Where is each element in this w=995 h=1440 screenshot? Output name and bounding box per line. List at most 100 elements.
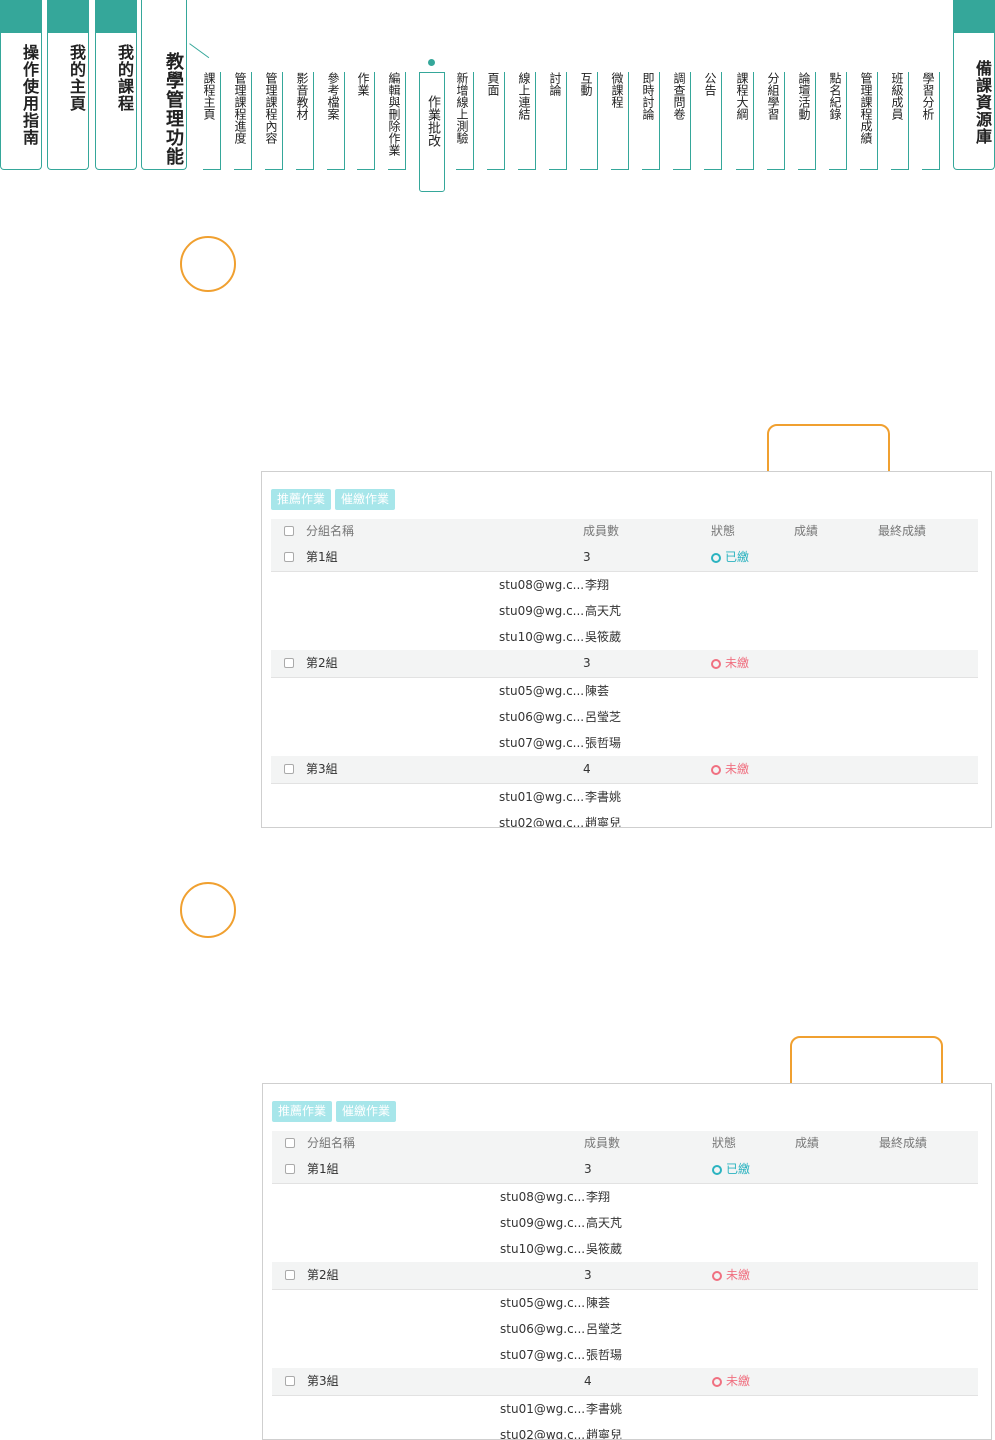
sub-tab-item[interactable]: 影音教材 [295,72,314,170]
group-name: 第1組 [307,1162,339,1176]
group-table: 分組名稱 成員數 狀態 成績 最終成績 第1組 3 已繳 stu08@wg.c... 李翔 stu0… [272,1131,978,1440]
sub-tab-label: 調查問卷 [672,72,686,120]
main-tab-resource-library[interactable]: 備課資源庫 [953,0,995,170]
sub-tab-label: 公告 [703,72,717,96]
recommend-assignment-button[interactable]: 推薦作業 [271,489,332,510]
member-email: stu10@wg.c... [499,630,585,644]
sub-tab-item[interactable]: 點名紀錄 [828,72,847,170]
member-email: stu10@wg.c... [500,1242,586,1256]
group-row[interactable]: 第2組 3 未繳 [271,650,978,678]
sub-tab-item[interactable]: 討論 [548,72,567,170]
main-tab-label: 備課資源庫 [973,60,992,145]
sub-tab-item[interactable]: 班級成員 [890,72,909,170]
sub-tab-label: 即時討論 [641,72,655,120]
sub-tab-item[interactable]: 參考檔案 [326,72,345,170]
sub-tab-item[interactable]: 微課程 [610,72,629,170]
member-row: stu05@wg.c... 陳荟 [271,678,978,704]
remind-assignment-button[interactable]: 催繳作業 [336,1101,397,1122]
member-name: 李書姚 [585,790,622,804]
member-row: stu10@wg.c... 吳筱葳 [272,1236,978,1262]
sub-tab-item[interactable]: 編輯與刪除作業 [387,72,406,170]
main-tab-label: 我的主頁 [67,44,86,112]
sub-tab-item[interactable]: 課程大綱 [735,72,754,170]
sub-tab-item[interactable]: 頁面 [486,72,505,170]
member-name: 李翔 [586,1190,611,1204]
sub-tab-label: 點名紀錄 [828,72,842,120]
member-count: 3 [584,1162,592,1176]
sub-tab-item[interactable]: 新增線上測驗 [455,72,474,170]
main-tab-guide[interactable]: 操作使用指南 [0,0,42,170]
member-email: stu02@wg.c... [499,816,585,828]
group-row[interactable]: 第3組 4 未繳 [271,756,978,784]
submitted-status-icon [711,552,721,563]
member-name: 李翔 [585,578,610,592]
group-checkbox[interactable] [285,1270,295,1280]
table-header-row: 分組名稱 成員數 狀態 成績 最終成績 [272,1131,978,1156]
status-text: 未繳 [725,656,750,670]
member-count: 3 [583,656,591,670]
sub-tab-item[interactable]: 線上連結 [517,72,536,170]
header-final-score: 最終成績 [878,524,927,538]
group-checkbox[interactable] [285,1376,295,1386]
active-indicator-dot [428,59,435,66]
select-all-checkbox[interactable] [284,526,294,536]
group-checkbox[interactable] [285,1164,295,1174]
grading-panel: 推薦作業 催繳作業 分組名稱 成員數 狀態 成績 最終成績 第1組 3 已繳 stu08@wg.… [262,1083,992,1440]
main-tab-home[interactable]: 我的主頁 [47,0,89,170]
main-tab-my-courses[interactable]: 我的課程 [95,0,137,170]
header-final-score: 最終成績 [879,1136,928,1150]
member-name: 陳荟 [585,684,610,698]
sub-tab-item[interactable]: 管理課程成績 [859,72,878,170]
sub-tab-label: 管理課程成績 [859,72,873,144]
member-row: stu02@wg.c... 趙寧兒 [272,1422,978,1440]
recommend-assignment-button[interactable]: 推薦作業 [272,1101,333,1122]
member-row: stu05@wg.c... 陳荟 [272,1290,978,1316]
select-all-checkbox[interactable] [285,1138,295,1148]
status-badge: 未繳 [712,1262,750,1289]
group-checkbox[interactable] [284,658,294,668]
sub-tab-item[interactable]: 作業 [356,72,375,170]
member-row: stu09@wg.c... 高天芃 [271,598,978,624]
group-row[interactable]: 第2組 3 未繳 [272,1262,978,1290]
member-name: 李書姚 [586,1402,623,1416]
group-row[interactable]: 第3組 4 未繳 [272,1368,978,1396]
member-row: stu01@wg.c... 李書姚 [271,784,978,810]
group-table: 分組名稱 成員數 狀態 成績 最終成績 第1組 3 已繳 stu08@wg.c... 李翔 stu0… [271,519,978,828]
member-email: stu08@wg.c... [500,1190,586,1204]
top-navigation: 操作使用指南 我的主頁 我的課程 教學管理功能 課程主頁 管理課程進度 管理課程內容… [0,0,995,200]
member-count: 3 [584,1268,592,1282]
sub-tab-item[interactable]: 互動 [579,72,598,170]
sub-tab-item[interactable]: 課程主頁 [202,72,221,170]
group-row[interactable]: 第1組 3 已繳 [272,1156,978,1184]
sub-tab-item[interactable]: 即時討論 [641,72,660,170]
member-name: 呂瑩芝 [585,710,622,724]
sub-tab-label: 頁面 [486,72,500,96]
member-name: 趙寧兒 [586,1428,623,1440]
member-row: stu06@wg.c... 呂瑩芝 [272,1316,978,1342]
main-tab-teaching-management[interactable]: 教學管理功能 [141,0,187,170]
member-name: 陳荟 [586,1296,611,1310]
group-checkbox[interactable] [284,552,294,562]
group-name: 第3組 [306,762,338,776]
sub-tab-label: 討論 [548,72,562,96]
sub-tab-item[interactable]: 分組學習 [766,72,785,170]
group-name: 第2組 [306,656,338,670]
member-email: stu09@wg.c... [500,1216,586,1230]
member-count: 3 [583,550,591,564]
sub-tab-label: 參考檔案 [326,72,340,120]
sub-tab-item[interactable]: 公告 [703,72,722,170]
member-email: stu06@wg.c... [499,710,585,724]
sub-tab-item[interactable]: 管理課程內容 [264,72,283,170]
sub-tab-item[interactable]: 管理課程進度 [233,72,252,170]
remind-assignment-button[interactable]: 催繳作業 [335,489,396,510]
sub-tab-item[interactable]: 論壇活動 [797,72,816,170]
sub-tab-item[interactable]: 學習分析 [921,72,940,170]
group-row[interactable]: 第1組 3 已繳 [271,544,978,572]
group-checkbox[interactable] [284,764,294,774]
status-text: 未繳 [725,762,750,776]
header-status: 狀態 [711,524,736,538]
member-email: stu07@wg.c... [500,1348,586,1362]
header-score: 成績 [795,1136,820,1150]
sub-tab-item[interactable]: 作業批改 [419,72,445,192]
sub-tab-item[interactable]: 調查問卷 [672,72,691,170]
